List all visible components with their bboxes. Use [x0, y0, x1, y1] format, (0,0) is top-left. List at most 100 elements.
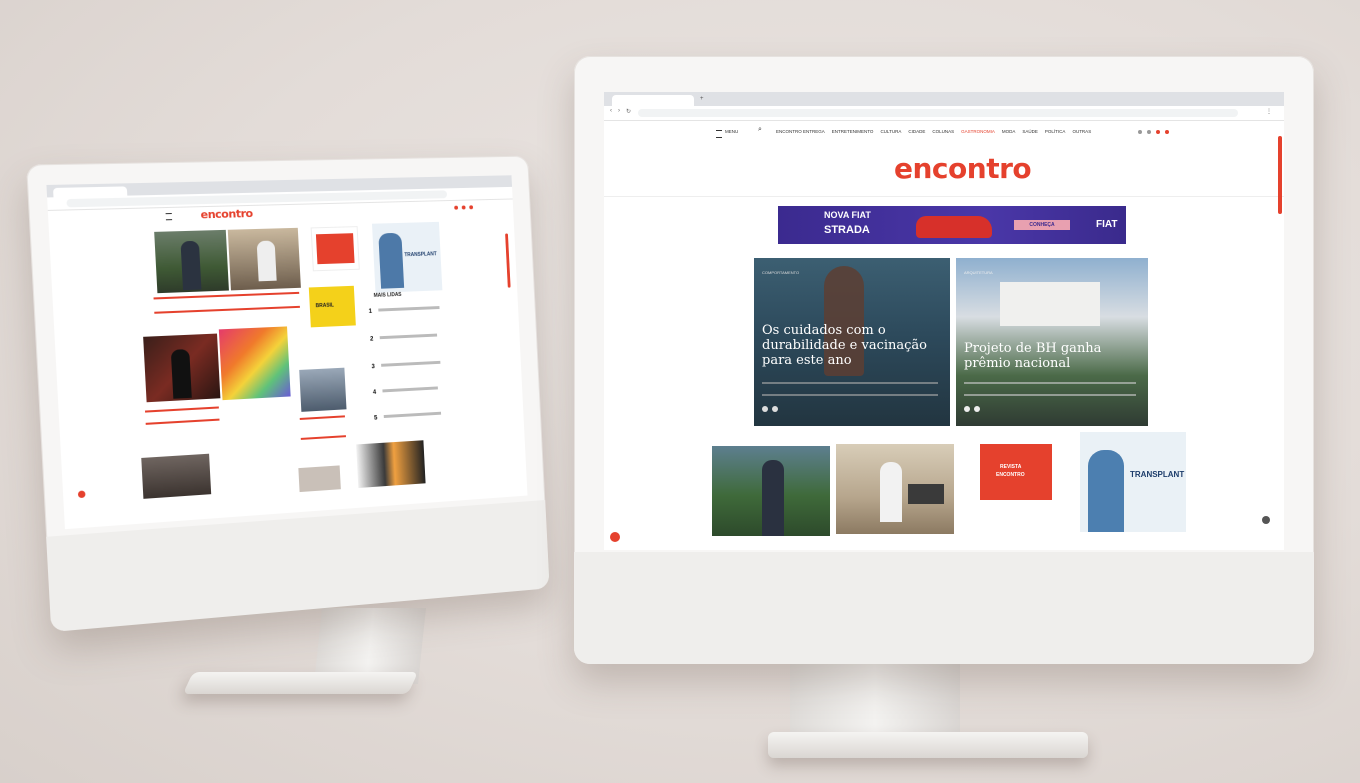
social-icon[interactable]: [1138, 130, 1142, 134]
nav-item[interactable]: ENTRETENIMENTO: [832, 129, 874, 134]
nav-item[interactable]: CIDADE: [908, 129, 925, 134]
transplant-ad-text: TRANSPLANT: [404, 251, 437, 258]
search-icon[interactable]: ⌕: [758, 126, 762, 134]
social-icon[interactable]: [1165, 130, 1169, 134]
news-photo[interactable]: [143, 334, 220, 403]
rank-item-lines: [378, 306, 439, 311]
fiat-logo: FIAT: [1096, 219, 1117, 230]
headline[interactable]: [154, 295, 228, 314]
headline[interactable]: [300, 415, 346, 440]
share-icon[interactable]: [772, 406, 778, 412]
news-photo[interactable]: [356, 440, 425, 488]
accessibility-icon[interactable]: [78, 490, 86, 498]
site-logo[interactable]: encontro: [200, 207, 253, 221]
forward-icon[interactable]: ›: [618, 108, 620, 114]
nav-item[interactable]: POLÍTICA: [1045, 129, 1066, 134]
ad-cta-button[interactable]: CONHEÇA: [1014, 220, 1070, 230]
nav-item[interactable]: COLUNAS: [932, 129, 954, 134]
browser-tabbar: +: [604, 92, 1284, 106]
rank-number: 5: [374, 415, 378, 421]
menu-icon[interactable]: [716, 130, 722, 138]
social-icon[interactable]: [1156, 130, 1160, 134]
transplant-ad[interactable]: TRANSPLANT: [372, 222, 442, 293]
rank-item-lines: [382, 386, 438, 392]
rank-number: 2: [370, 337, 374, 343]
news-photo[interactable]: [836, 444, 954, 534]
nav-item[interactable]: GASTRONOMIA: [961, 129, 995, 134]
headline[interactable]: [227, 292, 300, 311]
hero-kicker: ARQUITETURA: [964, 270, 993, 275]
news-photo[interactable]: [299, 368, 346, 412]
ad-text: ENCONTRO: [996, 472, 1025, 478]
main-nav: ENCONTRO ENTREGA ENTRETENIMENTO CULTURA CID…: [776, 129, 1098, 134]
hero-story[interactable]: COMPORTAMENTO Os cuidados com o durabili…: [754, 258, 950, 426]
share-icon[interactable]: [762, 406, 768, 412]
fiat-strada-ad[interactable]: NOVA FIAT STRADA CONHEÇA FIAT: [778, 206, 1126, 244]
share-icon[interactable]: [964, 406, 970, 412]
right-monitor-bezel: + ‹ › ↻ ⋮ MENU ⌕ ENCONTRO ENTREGA ENTRETE…: [574, 56, 1314, 664]
revista-encontro-ad[interactable]: REVISTA ENCONTRO: [980, 444, 1052, 500]
transplant-ad[interactable]: TRANSPLANT: [1080, 432, 1186, 532]
site-logo[interactable]: encontro: [894, 152, 1031, 185]
right-monitor-chin: [574, 552, 1314, 664]
share-icon[interactable]: [974, 406, 980, 412]
car-image: [916, 216, 992, 238]
social-icon[interactable]: [454, 206, 458, 210]
chat-icon[interactable]: [1262, 516, 1270, 524]
social-icon[interactable]: [1147, 130, 1151, 134]
hero-story[interactable]: ARQUITETURA Projeto de BH ganha prêmio n…: [956, 258, 1148, 426]
nav-item[interactable]: SAÚDE: [1022, 129, 1038, 134]
news-photo[interactable]: [228, 228, 301, 291]
news-photo[interactable]: [298, 465, 340, 492]
rank-number: 3: [371, 364, 375, 370]
reload-icon[interactable]: ↻: [626, 108, 631, 115]
revista-ad[interactable]: [311, 226, 360, 271]
most-read-heading: MAIS LIDAS: [374, 292, 402, 299]
ad-text: REVISTA: [1000, 464, 1021, 470]
hero-summary: [964, 382, 1136, 396]
hero-title: Projeto de BH ganha prêmio nacional: [964, 342, 1140, 372]
left-monitor-base: [183, 672, 418, 694]
rank-item-lines: [384, 412, 441, 418]
back-icon[interactable]: ‹: [610, 108, 612, 114]
scrollbar[interactable]: [505, 233, 510, 287]
right-screen: + ‹ › ↻ ⋮ MENU ⌕ ENCONTRO ENTREGA ENTRETE…: [604, 92, 1284, 550]
browser-tab[interactable]: [612, 95, 694, 106]
social-icon[interactable]: [462, 205, 466, 209]
news-photo[interactable]: [141, 454, 211, 499]
address-bar[interactable]: [638, 109, 1238, 117]
rank-item-lines: [381, 361, 440, 367]
rank-item-lines: [380, 334, 437, 340]
yellow-ad[interactable]: BRASIL: [309, 286, 356, 328]
hero-title: Os cuidados com o durabilidade e vacinaç…: [762, 324, 944, 369]
news-photo[interactable]: [219, 326, 291, 400]
headline[interactable]: [145, 406, 220, 424]
rank-number: 4: [373, 390, 377, 396]
yellow-ad-text: BRASIL: [316, 302, 335, 309]
news-photo[interactable]: [154, 230, 229, 293]
accessibility-icon[interactable]: [610, 532, 620, 542]
rank-number: 1: [369, 309, 373, 315]
browser-urlbar: ‹ › ↻ ⋮: [604, 106, 1284, 121]
hero-image: [1000, 282, 1100, 326]
ad-text: NOVA FIAT: [824, 210, 871, 220]
ad-text: STRADA: [824, 224, 870, 236]
nav-item[interactable]: ENCONTRO ENTREGA: [776, 129, 825, 134]
left-monitor-bezel: encontro TRANSPLANT BRASIL MAIS LIDAS 1 …: [26, 156, 550, 632]
nav-item[interactable]: MODA: [1002, 129, 1016, 134]
header-divider: [604, 196, 1284, 197]
scrollbar[interactable]: [1278, 136, 1282, 214]
transplant-ad-text: TRANSPLANT: [1130, 470, 1184, 479]
social-icon[interactable]: [469, 205, 473, 209]
left-screen: encontro TRANSPLANT BRASIL MAIS LIDAS 1 …: [46, 175, 527, 529]
news-photo[interactable]: [712, 446, 830, 536]
right-monitor-base: [768, 732, 1088, 758]
nav-item[interactable]: CULTURA: [880, 129, 901, 134]
new-tab-icon[interactable]: +: [700, 96, 704, 102]
menu-label[interactable]: MENU: [725, 129, 738, 134]
menu-icon[interactable]: [166, 213, 173, 220]
hero-summary: [762, 382, 938, 396]
hero-kicker: COMPORTAMENTO: [762, 270, 799, 275]
browser-menu-icon[interactable]: ⋮: [1266, 108, 1272, 115]
nav-item[interactable]: OUTRAS: [1072, 129, 1091, 134]
